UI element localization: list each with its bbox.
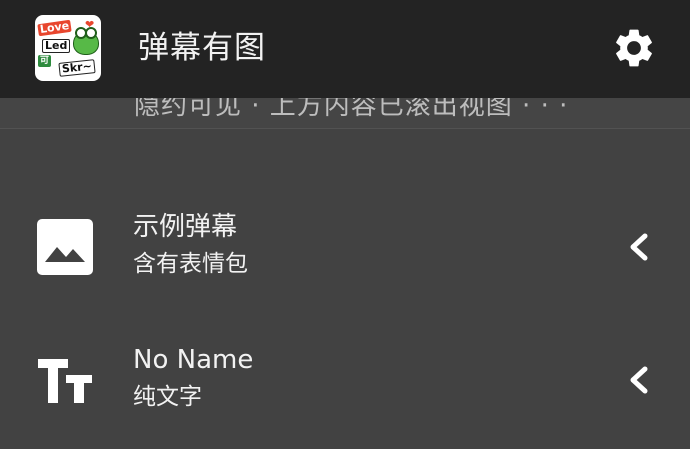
app-title: 弹幕有图 — [138, 30, 266, 66]
logo-word-ke: 可 — [38, 55, 52, 67]
logo-word-skr: Skr~ — [58, 59, 96, 77]
list-item-example-danmaku[interactable]: 示例弹幕 含有表情包 — [0, 188, 690, 306]
list-item-title: No Name — [133, 345, 254, 375]
remnant-text: 隐约可见 · 上方内容已滚出视图 · · · — [134, 98, 569, 121]
scrolled-item-remnant: 隐约可见 · 上方内容已滚出视图 · · · — [0, 98, 690, 129]
list-item-subtitle: 含有表情包 — [133, 251, 248, 277]
list-item-no-name[interactable]: No Name 纯文字 — [0, 321, 690, 439]
text-format-icon — [38, 359, 92, 403]
app-screen: Love ❤ Led 可 Skr~ 弹幕有图 隐约可见 · 上方内容已滚出视图 … — [0, 0, 690, 449]
app-logo: Love ❤ Led 可 Skr~ — [35, 15, 101, 81]
chevron-left-icon[interactable] — [624, 232, 652, 262]
logo-word-led: Led — [42, 39, 71, 53]
settings-button[interactable] — [610, 24, 658, 72]
app-bar: Love ❤ Led 可 Skr~ 弹幕有图 — [0, 0, 690, 98]
gear-icon — [616, 29, 652, 67]
chevron-left-icon[interactable] — [624, 365, 652, 395]
image-icon — [37, 219, 93, 275]
frog-icon — [73, 27, 99, 55]
logo-word-love: Love — [37, 19, 72, 37]
list-item-subtitle: 纯文字 — [133, 384, 202, 410]
list-item-title: 示例弹幕 — [133, 212, 238, 242]
